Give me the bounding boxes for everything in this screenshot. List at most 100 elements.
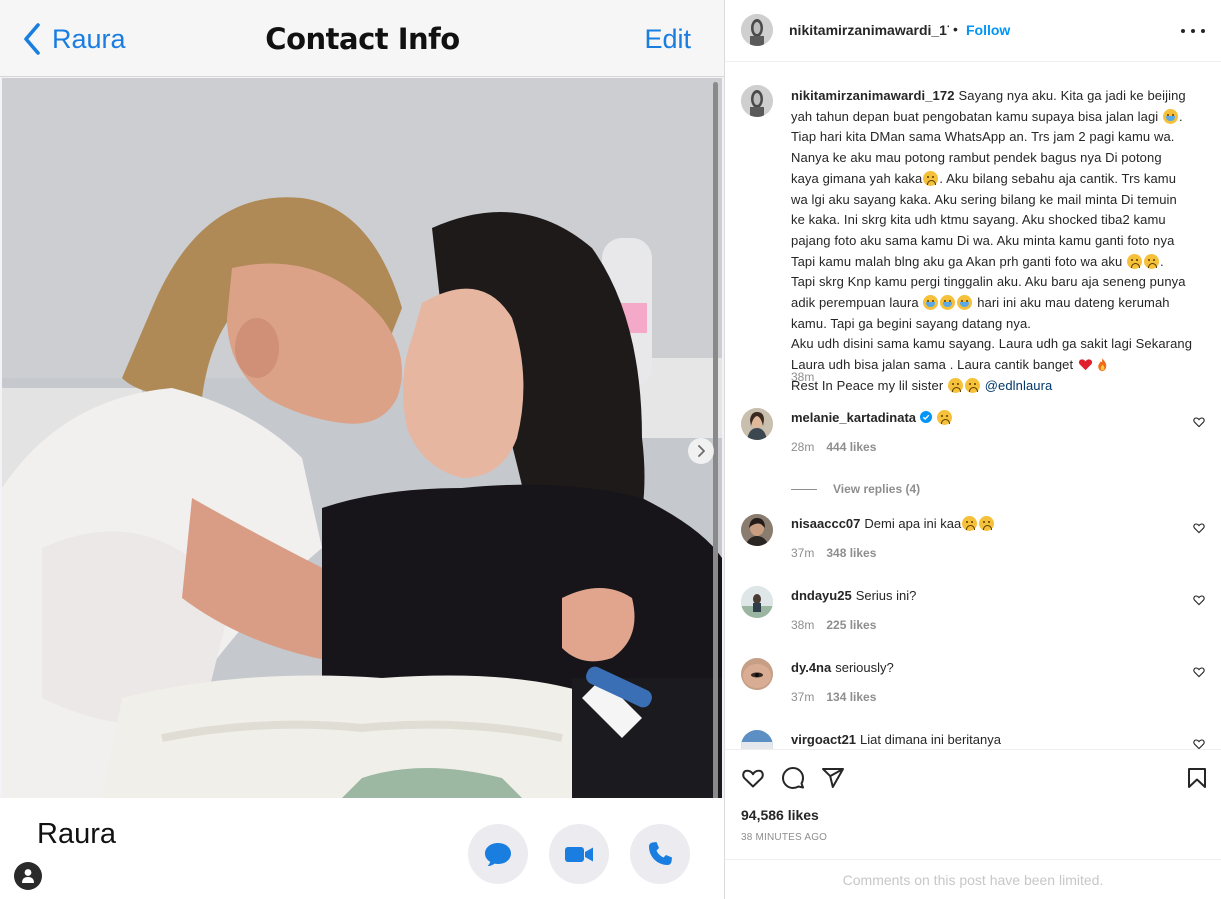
view-replies-button[interactable]: View replies (4): [791, 482, 920, 496]
person-icon: [22, 869, 34, 883]
comment-username[interactable]: nisaaccc07: [791, 516, 860, 531]
page-title: Contact Info: [265, 22, 460, 56]
post-caption: nikitamirzanimawardi_172 Sayang nya aku. …: [791, 86, 1211, 397]
post-panel: nikitamirzanimawardi_172 • Follow nikita…: [725, 0, 1221, 899]
comment-body: Liat dimana ini beritanya: [860, 732, 1001, 747]
comment-username[interactable]: dndayu25: [791, 588, 852, 603]
caption-line: Tiap hari kita DMan sama WhatsApp an. Tr…: [791, 129, 1175, 145]
comment-icon[interactable]: [781, 766, 805, 790]
message-button[interactable]: [468, 824, 528, 884]
caption-line: kaya gimana yah kaka: [791, 170, 923, 186]
video-icon: [565, 847, 593, 862]
caption-line: pajang foto aku sama kamu Di wa. Aku min…: [791, 232, 1175, 248]
comment-time[interactable]: 37m: [791, 690, 814, 704]
crying-emoji-icon: [1163, 108, 1179, 124]
screen: Raura Contact Info Edit Raura nikitamirz…: [0, 0, 1221, 899]
more-icon: [1181, 29, 1205, 33]
contact-name: Raura: [37, 818, 116, 850]
caption-line: ke kaka. Ini skrg kita udh ktmu sayang. …: [791, 212, 1166, 228]
author-username[interactable]: nikitamirzanimawardi_172: [789, 22, 949, 38]
comments-limited-notice: Comments on this post have been limited.: [725, 859, 1221, 899]
next-media-button[interactable]: [688, 438, 714, 464]
commenter-avatar[interactable]: [741, 514, 773, 546]
message-icon: [485, 843, 511, 866]
caption-line: Tapi skrg Knp kamu pergi tinggalin aku. …: [791, 274, 1186, 290]
separator-dot: •: [953, 21, 958, 37]
crying-emoji-icon: [940, 295, 956, 311]
commenter-avatar[interactable]: [741, 586, 773, 618]
post-actions: 94,586 likes 38 MINUTES AGO Comments on …: [725, 749, 1221, 899]
comment-username[interactable]: virgoact21: [791, 732, 856, 747]
comment-username[interactable]: melanie_kartadinata: [791, 410, 916, 425]
like-comment-heart-icon[interactable]: [1193, 416, 1205, 428]
commenter-avatar[interactable]: [741, 658, 773, 690]
caption-line: Laura udh bisa jalan sama . Laura cantik…: [791, 357, 1074, 373]
comment-text: dndayu25 Serius ini?: [791, 588, 916, 603]
comment-meta: 28m 444 likes: [791, 440, 876, 454]
comment-meta: 37m 134 likes: [791, 690, 876, 704]
bookmark-icon[interactable]: [1185, 766, 1209, 790]
caption-line: Sayang nya aku. Kita ga jadi ke beijing: [958, 88, 1186, 103]
comment-likes[interactable]: 348 likes: [826, 546, 876, 560]
profile-avatar[interactable]: [14, 862, 42, 890]
post-media: Raura Contact Info Edit Raura: [0, 0, 725, 899]
more-options-button[interactable]: [1181, 22, 1205, 40]
comments-list[interactable]: nikitamirzanimawardi_172 Sayang nya aku. …: [725, 63, 1221, 749]
view-replies-label: View replies (4): [833, 482, 921, 496]
caption-line: yah tahun depan buat pengobatan kamu sup…: [791, 108, 1159, 124]
caption-line: Aku udh disini sama kamu sayang. Laura u…: [791, 336, 1193, 352]
caption-avatar[interactable]: [741, 85, 773, 117]
scrollbar[interactable]: [713, 82, 718, 890]
next-icon: [698, 445, 705, 457]
like-comment-heart-icon[interactable]: [1193, 594, 1205, 606]
comment-text: melanie_kartadinata: [791, 410, 953, 425]
comment-text: dy.4na seriously?: [791, 660, 894, 675]
comment-time[interactable]: 28m: [791, 440, 814, 454]
comment-text: nisaaccc07 Demi apa ini kaa: [791, 516, 995, 531]
contact-footer: Raura: [0, 798, 724, 899]
contact-header: Raura Contact Info Edit: [0, 0, 724, 77]
scrollbar-thumb[interactable]: [713, 82, 718, 890]
comment-body: seriously?: [835, 660, 894, 675]
caption-line: Tapi kamu malah blng aku ga Akan prh gan…: [791, 253, 1123, 269]
comment-likes[interactable]: 444 likes: [826, 440, 876, 454]
like-heart-icon[interactable]: [741, 766, 765, 790]
likes-count[interactable]: 94,586 likes: [741, 807, 819, 823]
caption-line: kamu. Tapi ga begini sayang datang nya.: [791, 315, 1031, 331]
caption-username[interactable]: nikitamirzanimawardi_172: [791, 88, 955, 103]
comment-time[interactable]: 37m: [791, 546, 814, 560]
caption-line: . Aku bilang sebahu aja cantik. Trs kamu: [939, 170, 1177, 186]
caption-line: wa lgi aku sayang kaka. Aku sering bilan…: [791, 191, 1177, 207]
phone-icon: [649, 842, 672, 865]
caption-line: Nanya ke aku mau potong rambut pendek ba…: [791, 150, 1162, 166]
caption-line: adik perempuan laura: [791, 295, 919, 311]
caption-mention-link[interactable]: @edlnlaura: [985, 378, 1053, 393]
sad-emoji-icon: [1127, 253, 1143, 269]
comment-body: Serius ini?: [855, 588, 917, 603]
sad-emoji-icon: [979, 516, 995, 531]
comment-meta: 37m 348 likes: [791, 546, 876, 560]
replies-divider: [791, 488, 817, 490]
comment-time[interactable]: 38m: [791, 618, 814, 632]
like-comment-heart-icon[interactable]: [1193, 666, 1205, 678]
commenter-avatar[interactable]: [741, 730, 773, 749]
phone-button[interactable]: [630, 824, 690, 884]
crying-emoji-icon: [957, 295, 973, 311]
edit-button[interactable]: Edit: [644, 24, 691, 55]
comment-likes[interactable]: 134 likes: [826, 690, 876, 704]
like-comment-heart-icon[interactable]: [1193, 522, 1205, 534]
like-comment-heart-icon[interactable]: [1193, 738, 1205, 749]
comment-username[interactable]: dy.4na: [791, 660, 831, 675]
sad-emoji-icon: [923, 170, 939, 186]
caption-line: hari ini aku mau dateng kerumah: [977, 295, 1170, 311]
caption-timestamp[interactable]: 38m: [791, 370, 814, 384]
fire-emoji-icon: [1098, 358, 1107, 372]
sad-emoji-icon: [947, 377, 963, 393]
follow-button[interactable]: Follow: [966, 22, 1010, 38]
share-icon[interactable]: [821, 766, 845, 790]
author-avatar[interactable]: [741, 14, 773, 46]
video-call-button[interactable]: [549, 824, 609, 884]
comment-likes[interactable]: 225 likes: [826, 618, 876, 632]
commenter-avatar[interactable]: [741, 408, 773, 440]
post-timestamp[interactable]: 38 MINUTES AGO: [741, 832, 827, 843]
